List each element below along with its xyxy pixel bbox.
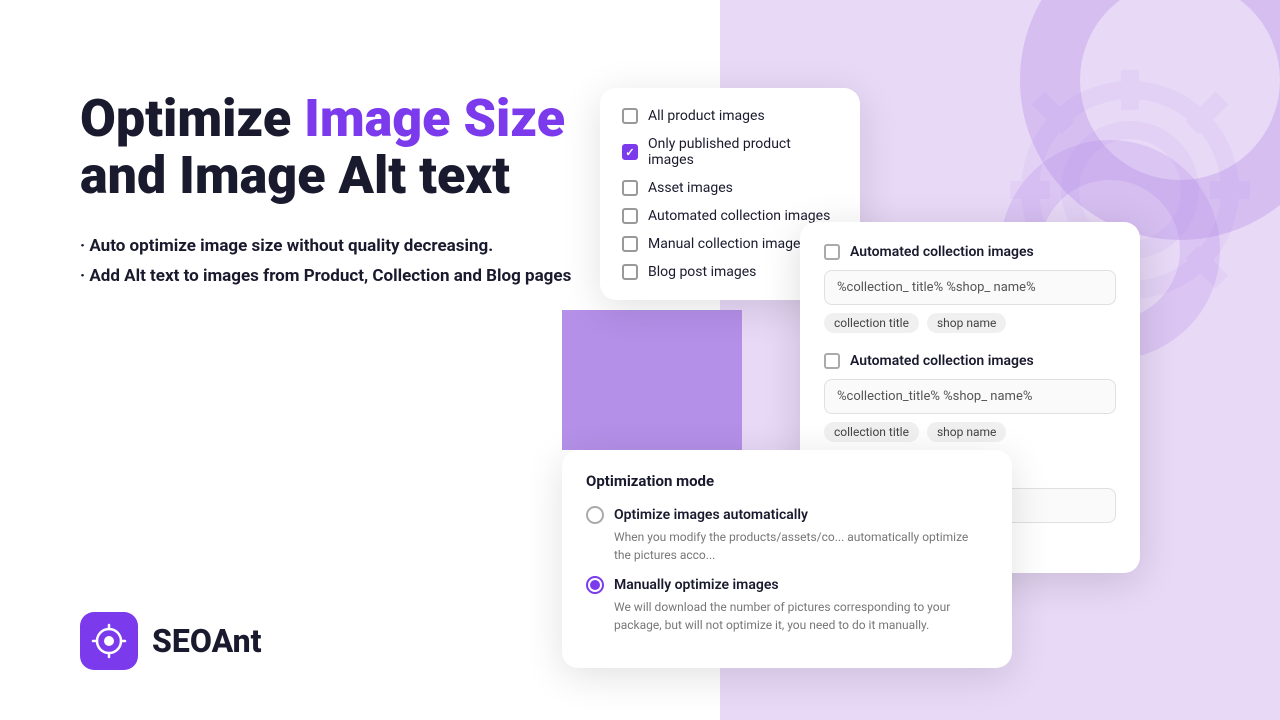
logo-area: SEOAnt	[80, 612, 262, 670]
radio-manual-dot	[590, 580, 600, 590]
alt-checkbox-automated-2[interactable]	[824, 353, 840, 369]
alt-tags-automated-1: collection title shop name	[824, 313, 1116, 333]
tag-shop-name-2: shop name	[927, 422, 1006, 442]
logo-name: SEOAnt	[152, 622, 262, 660]
alt-section-1-title: Automated collection images	[850, 244, 1034, 260]
bullet-1: · Auto optimize image size without quali…	[80, 234, 620, 260]
checkbox-label-automated: Automated collection images	[648, 208, 830, 224]
alt-input-automated-1[interactable]: %collection_ title% %shop_ name%	[824, 270, 1116, 305]
checkbox-only-published[interactable]	[622, 144, 638, 160]
alt-section-automated-1: Automated collection images %collection_…	[824, 244, 1116, 333]
optimization-mode-card: Optimization mode Optimize images automa…	[562, 450, 1012, 668]
bullet-2: · Add Alt text to images from Product, C…	[80, 264, 620, 290]
alt-input-automated-2[interactable]: %collection_title% %shop_ name%	[824, 379, 1116, 414]
checkbox-row-asset[interactable]: Asset images	[622, 180, 838, 196]
checkbox-blog[interactable]	[622, 264, 638, 280]
opt-option-manual[interactable]: Manually optimize images We will downloa…	[586, 576, 988, 634]
checkbox-label-manual: Manual collection image	[648, 236, 800, 252]
alt-section-automated-2: Automated collection images %collection_…	[824, 353, 1116, 442]
title-part2: and Image Alt text	[80, 145, 510, 206]
checkbox-label-blog: Blog post images	[648, 264, 756, 280]
alt-section-1-header: Automated collection images	[824, 244, 1116, 260]
checkbox-label-asset: Asset images	[648, 180, 733, 196]
alt-checkbox-automated-1[interactable]	[824, 244, 840, 260]
left-content-area: Optimize Image Sizeand Image Alt text · …	[80, 90, 620, 293]
checkbox-row-automated[interactable]: Automated collection images	[622, 208, 838, 224]
seoant-logo-svg	[91, 623, 127, 659]
alt-section-2-header: Automated collection images	[824, 353, 1116, 369]
main-title: Optimize Image Sizeand Image Alt text	[80, 90, 620, 204]
bg-rect-mid	[562, 310, 742, 450]
tag-collection-title-1: collection title	[824, 313, 919, 333]
radio-manual[interactable]	[586, 576, 604, 594]
bullet-list: · Auto optimize image size without quali…	[80, 234, 620, 289]
radio-auto[interactable]	[586, 506, 604, 524]
checkbox-row-all-product[interactable]: All product images	[622, 108, 838, 124]
opt-manual-label: Manually optimize images	[614, 577, 779, 593]
tag-shop-name-1: shop name	[927, 313, 1006, 333]
logo-icon	[80, 612, 138, 670]
opt-auto-desc: When you modify the products/assets/co..…	[586, 528, 988, 564]
checkbox-label-only-published: Only published product images	[648, 136, 838, 168]
checkbox-automated[interactable]	[622, 208, 638, 224]
opt-auto-label: Optimize images automatically	[614, 507, 808, 523]
checkbox-row-only-published[interactable]: Only published product images	[622, 136, 838, 168]
tag-collection-title-2: collection title	[824, 422, 919, 442]
title-highlight: Image Size	[304, 88, 565, 149]
checkbox-label-all-product: All product images	[648, 108, 765, 124]
checkbox-asset[interactable]	[622, 180, 638, 196]
opt-option-auto[interactable]: Optimize images automatically When you m…	[586, 506, 988, 564]
opt-auto-header: Optimize images automatically	[586, 506, 988, 524]
title-part1: Optimize	[80, 88, 304, 149]
opt-manual-header: Manually optimize images	[586, 576, 988, 594]
checkbox-manual[interactable]	[622, 236, 638, 252]
opt-manual-desc: We will download the number of pictures …	[586, 598, 988, 634]
alt-tags-automated-2: collection title shop name	[824, 422, 1116, 442]
alt-section-2-title: Automated collection images	[850, 353, 1034, 369]
checkbox-all-product[interactable]	[622, 108, 638, 124]
optimization-mode-title: Optimization mode	[586, 472, 988, 490]
